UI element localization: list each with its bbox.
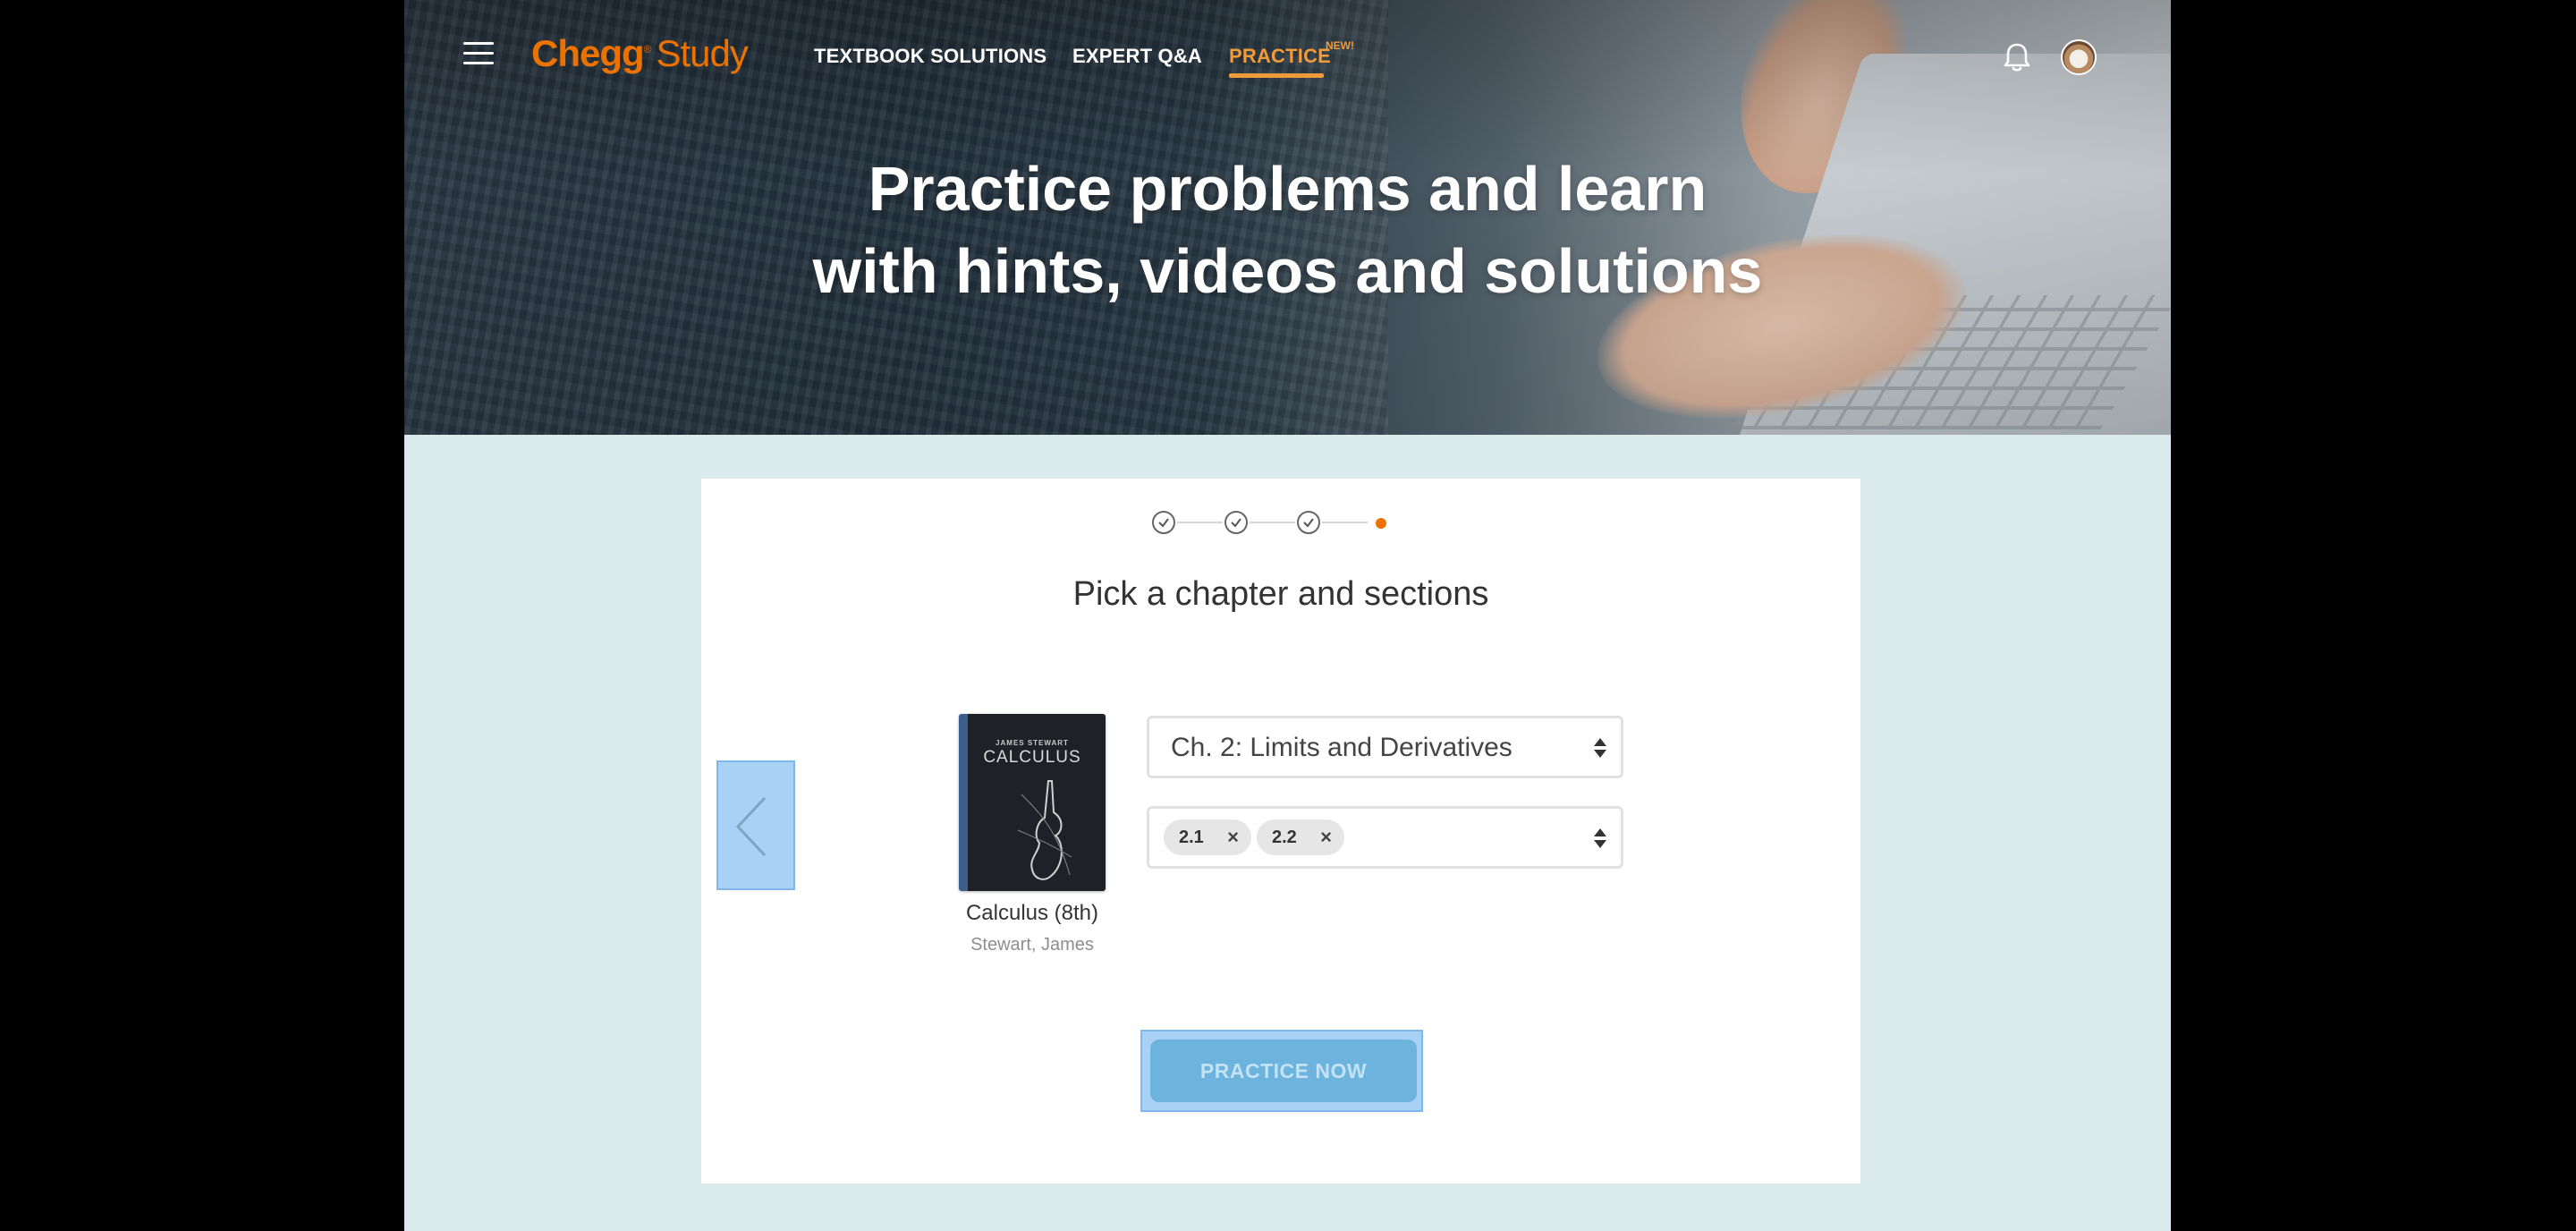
card-title: Pick a chapter and sections (1072, 575, 1489, 613)
hero-title-line-2: with hints, videos and solutions (812, 236, 1763, 306)
book-cover-image[interactable]: JAMES STEWART CALCULUS (959, 714, 1106, 891)
select-arrows-icon (1594, 828, 1606, 848)
new-badge: NEW! (1326, 39, 1354, 52)
remove-chip-icon[interactable]: × (1227, 819, 1239, 855)
chapter-select[interactable]: Ch. 2: Limits and Derivatives (1147, 716, 1623, 778)
progress-stepper (701, 507, 1860, 538)
remove-chip-icon[interactable]: × (1320, 819, 1332, 855)
step-current-dot (1376, 518, 1386, 529)
step-complete-check-icon (1297, 511, 1320, 534)
section-chip[interactable]: 2.2 × (1257, 819, 1344, 855)
step-complete-check-icon (1152, 511, 1175, 534)
chegg-study-logo[interactable]: Chegg® Study (531, 32, 749, 75)
book-title: Calculus (8th) (965, 901, 1099, 925)
previous-button[interactable] (716, 760, 795, 890)
book-author: Stewart, James (970, 935, 1094, 955)
nav-active-indicator (1229, 73, 1324, 78)
step-connector (1250, 522, 1295, 523)
logo-brand: Chegg (531, 32, 645, 74)
hero-title: Practice problems and learn with hints, … (404, 148, 2171, 312)
bell-icon[interactable] (2002, 41, 2032, 73)
practice-setup-card: Pick a chapter and sections JAMES STEWAR… (701, 479, 1860, 1184)
chapter-select-value: Ch. 2: Limits and Derivatives (1171, 733, 1513, 762)
app-window: Practice problems and learn with hints, … (404, 0, 2171, 1231)
hero-title-line-1: Practice problems and learn (868, 154, 1707, 224)
hamburger-menu-icon[interactable] (463, 42, 494, 65)
cover-title: CALCULUS (983, 748, 1081, 767)
cover-author: JAMES STEWART (996, 739, 1069, 747)
step-connector (1322, 522, 1368, 523)
logo-product: Study (656, 32, 749, 74)
practice-now-button[interactable]: PRACTICE NOW (1150, 1040, 1417, 1102)
nav-textbook-solutions[interactable]: TEXTBOOK SOLUTIONS (814, 45, 1046, 68)
step-complete-check-icon (1224, 511, 1248, 534)
avatar[interactable] (2061, 39, 2097, 75)
section-multiselect[interactable]: 2.1 × 2.2 × (1147, 806, 1623, 869)
select-arrows-icon (1594, 738, 1606, 758)
top-navigation: Chegg® Study TEXTBOOK SOLUTIONS EXPERT Q&… (404, 0, 2171, 107)
chevron-left-icon (735, 796, 767, 857)
section-chip-label: 2.1 (1179, 828, 1204, 847)
cover-violin-illustration (1017, 780, 1072, 880)
section-chip-label: 2.2 (1272, 828, 1297, 847)
nav-expert-qa[interactable]: EXPERT Q&A (1072, 45, 1202, 68)
nav-practice[interactable]: PRACTICE (1229, 45, 1331, 68)
step-connector (1177, 522, 1223, 523)
practice-now-highlight: PRACTICE NOW (1140, 1030, 1423, 1112)
logo-registered-mark: ® (643, 43, 652, 55)
section-chip[interactable]: 2.1 × (1164, 819, 1251, 855)
